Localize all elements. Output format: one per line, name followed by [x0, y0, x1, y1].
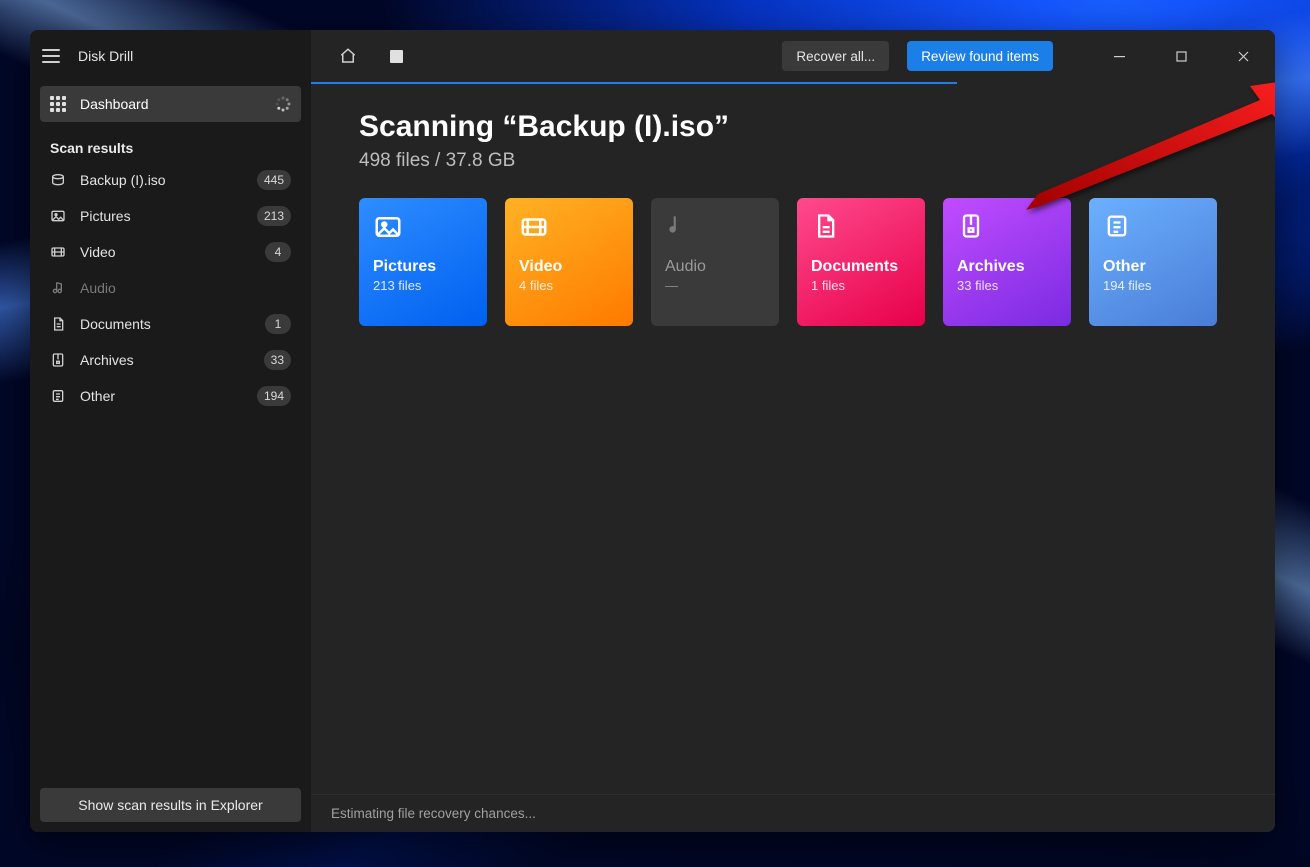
tile-name: Other — [1103, 258, 1203, 276]
count-badge: 194 — [257, 386, 291, 406]
status-text: Estimating file recovery chances... — [331, 806, 536, 821]
count-badge: 213 — [257, 206, 291, 226]
dashboard-label: Dashboard — [80, 96, 149, 112]
tile-other[interactable]: Other 194 files — [1089, 198, 1217, 326]
sidebar-item-label: Audio — [80, 280, 291, 296]
count-badge: 33 — [264, 350, 291, 370]
sidebar-item-archives[interactable]: Archives 33 — [40, 342, 301, 378]
app-title: Disk Drill — [78, 48, 133, 64]
scan-summary: 498 files / 37.8 GB — [359, 150, 1227, 172]
document-icon — [50, 316, 66, 332]
menu-icon[interactable] — [42, 45, 64, 67]
sidebar-list: Backup (I).iso 445 Pictures 213 Video 4 Audio D… — [30, 162, 311, 414]
sidebar-item-label: Documents — [80, 316, 251, 332]
dashboard-icon — [50, 96, 66, 112]
picture-icon — [50, 208, 66, 224]
sidebar-header: Disk Drill — [30, 30, 311, 82]
sidebar-item-pictures[interactable]: Pictures 213 — [40, 198, 301, 234]
stop-icon[interactable] — [381, 43, 411, 69]
sidebar-section-title: Scan results — [30, 126, 311, 162]
review-found-items-button[interactable]: Review found items — [907, 41, 1053, 71]
tile-audio[interactable]: Audio — — [651, 198, 779, 326]
tile-name: Pictures — [373, 258, 473, 276]
pictures-icon — [373, 212, 473, 258]
documents-icon — [811, 212, 911, 258]
tile-documents[interactable]: Documents 1 files — [797, 198, 925, 326]
tile-name: Audio — [665, 258, 765, 276]
tile-name: Archives — [957, 258, 1057, 276]
sidebar-item-other[interactable]: Other 194 — [40, 378, 301, 414]
scan-progress-bar — [311, 82, 957, 84]
home-icon[interactable] — [333, 43, 363, 69]
tile-pictures[interactable]: Pictures 213 files — [359, 198, 487, 326]
audio-icon — [50, 280, 66, 296]
sidebar-item-documents[interactable]: Documents 1 — [40, 306, 301, 342]
sidebar-item-label: Pictures — [80, 208, 243, 224]
other-icon — [50, 388, 66, 404]
sidebar: Disk Drill Dashboard Scan results — [30, 30, 311, 832]
status-bar: Estimating file recovery chances... — [311, 794, 1275, 832]
close-button[interactable] — [1221, 41, 1265, 71]
other-icon — [1103, 212, 1203, 258]
sidebar-item-label: Backup (I).iso — [80, 172, 243, 188]
show-in-explorer-button[interactable]: Show scan results in Explorer — [40, 788, 301, 822]
count-badge: 4 — [265, 242, 291, 262]
video-icon — [50, 244, 66, 260]
tile-name: Video — [519, 258, 619, 276]
tile-name: Documents — [811, 258, 911, 276]
sidebar-item-label: Video — [80, 244, 251, 260]
video-icon — [519, 212, 619, 258]
sidebar-item-dashboard[interactable]: Dashboard — [40, 86, 301, 122]
minimize-button[interactable] — [1097, 41, 1141, 71]
tile-video[interactable]: Video 4 files — [505, 198, 633, 326]
tile-count: — — [665, 278, 765, 293]
count-badge: 445 — [257, 170, 291, 190]
count-badge: 1 — [265, 314, 291, 334]
category-tiles: Pictures 213 files Video 4 files Audio — Docum… — [359, 198, 1227, 326]
sidebar-item-label: Archives — [80, 352, 250, 368]
page-title: Scanning “Backup (I).iso” — [359, 110, 1227, 144]
disk-icon — [50, 172, 66, 188]
sidebar-item-label: Other — [80, 388, 243, 404]
maximize-button[interactable] — [1159, 41, 1203, 71]
tile-count: 213 files — [373, 278, 473, 293]
tile-count: 1 files — [811, 278, 911, 293]
tile-count: 194 files — [1103, 278, 1203, 293]
loading-spinner-icon — [275, 96, 291, 112]
main-panel: Recover all... Review found items Scanni… — [311, 30, 1275, 832]
content: Scanning “Backup (I).iso” 498 files / 37… — [311, 82, 1275, 354]
archives-icon — [957, 212, 1057, 258]
recover-all-button[interactable]: Recover all... — [782, 41, 889, 71]
tile-archives[interactable]: Archives 33 files — [943, 198, 1071, 326]
archive-icon — [50, 352, 66, 368]
tile-count: 33 files — [957, 278, 1057, 293]
toolbar: Recover all... Review found items — [311, 30, 1275, 82]
tile-count: 4 files — [519, 278, 619, 293]
audio-icon — [665, 212, 765, 258]
app-window: Disk Drill Dashboard Scan results — [30, 30, 1275, 832]
sidebar-item-audio[interactable]: Audio — [40, 270, 301, 306]
sidebar-item-backup-i-iso[interactable]: Backup (I).iso 445 — [40, 162, 301, 198]
sidebar-item-video[interactable]: Video 4 — [40, 234, 301, 270]
